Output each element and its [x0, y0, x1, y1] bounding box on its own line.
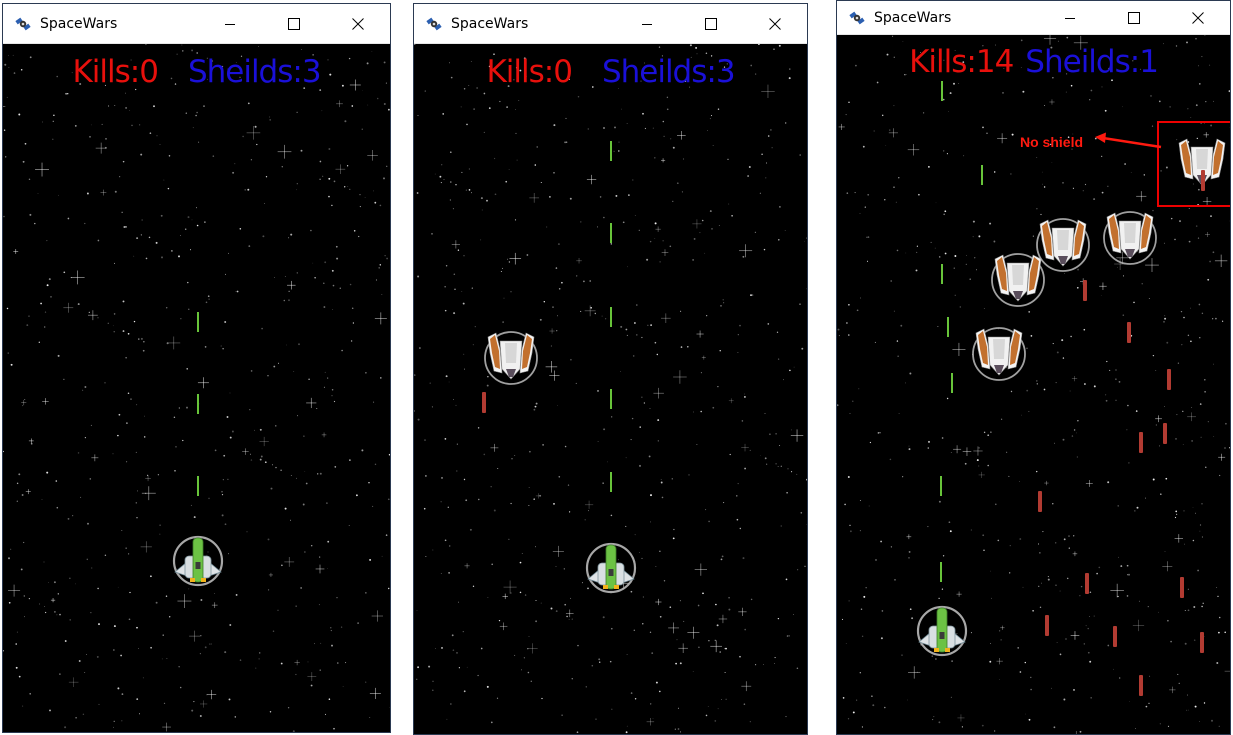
close-button[interactable] [326, 4, 390, 43]
enemy-laser [1167, 369, 1171, 390]
window-title: SpaceWars [874, 9, 952, 26]
enemy-ship [484, 331, 538, 385]
enemy-laser [1085, 573, 1089, 594]
enemy-laser [1163, 423, 1167, 444]
minimize-icon [1064, 12, 1076, 24]
maximize-button[interactable] [679, 4, 743, 43]
close-icon [769, 17, 781, 30]
player-laser [197, 312, 199, 332]
game-canvas[interactable]: Kills:0 Sheilds:3 [414, 44, 807, 734]
game-window-2: SpaceWars Kills:0 Sheilds:3 [413, 3, 808, 735]
enemy-laser [1139, 432, 1143, 453]
spacewars-app-icon [13, 14, 33, 34]
maximize-icon [705, 17, 717, 30]
player-laser [951, 373, 953, 393]
enemy-laser [1038, 491, 1042, 512]
player-laser [941, 264, 943, 284]
player-laser [610, 472, 612, 492]
starfield [3, 44, 390, 732]
spacewars-app-icon [424, 14, 444, 34]
close-icon [1192, 11, 1204, 24]
maximize-icon [288, 17, 300, 30]
shields-counter: Sheilds:1 [1025, 44, 1159, 80]
enemy-laser [1180, 577, 1184, 598]
enemy-laser [1113, 626, 1117, 647]
close-button[interactable] [743, 4, 807, 43]
enemy-laser [1045, 615, 1049, 636]
player-laser [197, 394, 199, 414]
maximize-icon [1128, 11, 1140, 24]
hud: Kills:14 Sheilds:1 [837, 44, 1230, 80]
close-button[interactable] [1166, 1, 1230, 34]
close-icon [352, 17, 364, 30]
player-laser [947, 317, 949, 337]
player-ship [916, 605, 968, 657]
annotation-label: No shield [1020, 134, 1084, 150]
hud: Kills:0 Sheilds:3 [414, 54, 807, 90]
game-canvas[interactable]: Kills:14 Sheilds:1 No shield [837, 35, 1230, 734]
maximize-button[interactable] [1102, 1, 1166, 34]
player-laser [940, 562, 942, 582]
maximize-button[interactable] [262, 4, 326, 43]
enemy-laser [1200, 632, 1204, 653]
player-ship [585, 542, 637, 594]
player-ship [172, 535, 224, 587]
enemy-ship [1036, 218, 1090, 272]
player-laser [940, 476, 942, 496]
player-laser [197, 476, 199, 496]
window-title: SpaceWars [451, 15, 529, 32]
title-bar[interactable]: SpaceWars [837, 1, 1230, 35]
enemy-laser [482, 392, 486, 413]
minimize-icon [641, 18, 653, 30]
game-window-1: SpaceWars Kills:0 Sheilds:3 [2, 3, 391, 733]
spacewars-app-icon [847, 8, 867, 28]
player-laser [610, 223, 612, 243]
player-laser [610, 307, 612, 327]
player-laser [941, 81, 943, 101]
minimize-button[interactable] [615, 4, 679, 43]
enemy-laser [1139, 675, 1143, 696]
minimize-button[interactable] [198, 4, 262, 43]
kills-counter: Kills:0 [72, 54, 158, 90]
window-title: SpaceWars [40, 15, 118, 32]
enemy-ship [972, 327, 1026, 381]
hud: Kills:0 Sheilds:3 [3, 54, 390, 90]
shields-counter: Sheilds:3 [601, 54, 736, 90]
player-laser [981, 165, 983, 185]
annotation-arrow [1095, 132, 1162, 149]
minimize-button[interactable] [1038, 1, 1102, 34]
enemy-laser [1127, 322, 1131, 343]
annotation-highlight-box [1157, 121, 1230, 207]
shields-counter: Sheilds:3 [187, 54, 322, 90]
title-bar[interactable]: SpaceWars [3, 4, 390, 44]
kills-counter: Kills:14 [909, 44, 1014, 80]
minimize-icon [224, 18, 236, 30]
kills-counter: Kills:0 [486, 54, 572, 90]
enemy-ship [1103, 211, 1157, 265]
title-bar[interactable]: SpaceWars [414, 4, 807, 44]
game-window-3: SpaceWars Kills:14 Sheilds:1 No shield [836, 0, 1231, 735]
game-canvas[interactable]: Kills:0 Sheilds:3 [3, 44, 390, 732]
enemy-laser [1083, 280, 1087, 301]
player-laser [610, 141, 612, 161]
player-laser [610, 389, 612, 409]
